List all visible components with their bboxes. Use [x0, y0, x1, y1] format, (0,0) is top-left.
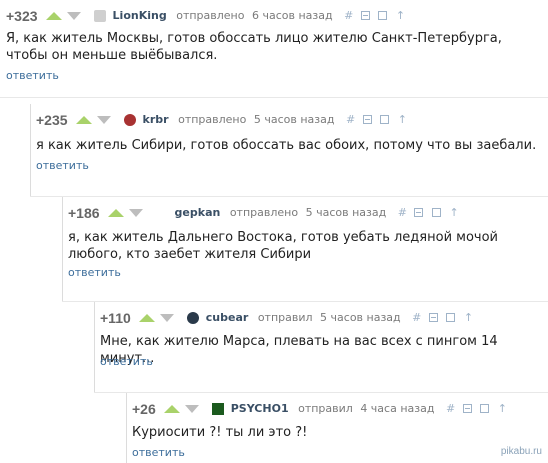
reply-link[interactable]: ответить [68, 266, 121, 280]
comment-header: +110 cubear отправил 5 часов назад # ↑ [100, 310, 473, 326]
krbr-avatar-icon[interactable] [124, 114, 137, 126]
comment: +110 cubear отправил 5 часов назад # ↑ М… [94, 302, 548, 392]
comment-time[interactable]: 5 часов назад [254, 112, 335, 128]
link-icon[interactable]: # [344, 8, 353, 24]
collapse-icon[interactable] [360, 11, 370, 20]
comment-author[interactable]: krbr [143, 112, 169, 128]
upvote-icon[interactable] [76, 116, 93, 124]
thread-line [94, 302, 95, 392]
comment-rating: +235 [36, 112, 68, 128]
comment-header: +26 PSYCHO1 отправил 4 часа назад # ↑ [132, 401, 507, 417]
parent-arrow-icon[interactable]: ↑ [396, 8, 405, 24]
psycho1-avatar-icon[interactable] [212, 403, 225, 415]
comment-rating: +323 [6, 8, 38, 24]
save-icon[interactable] [446, 313, 456, 322]
comment-header: +323 LionKing отправлено 6 часов назад #… [6, 8, 405, 24]
comment: +323 LionKing отправлено 6 часов назад #… [0, 0, 548, 93]
reply-link[interactable]: ответить [6, 69, 59, 83]
comment: +186 gepkan отправлено 5 часов назад # ↑… [62, 197, 548, 301]
parent-arrow-icon[interactable]: ↑ [498, 401, 507, 417]
comment-rating: +26 [132, 401, 156, 417]
site-watermark: pikabu.ru [500, 446, 542, 457]
upvote-icon[interactable] [164, 405, 181, 413]
downvote-icon[interactable] [184, 405, 199, 413]
collapse-icon[interactable] [428, 313, 438, 322]
collapse-icon[interactable] [362, 115, 372, 124]
link-icon[interactable]: # [412, 310, 421, 326]
reply-link[interactable]: ответить [132, 446, 185, 460]
comment: +26 PSYCHO1 отправил 4 часа назад # ↑ Ку… [126, 393, 548, 463]
comment-rating: +110 [100, 310, 131, 326]
collapse-icon[interactable] [414, 208, 424, 217]
save-icon[interactable] [380, 115, 390, 124]
downvote-icon[interactable] [128, 209, 143, 217]
link-icon[interactable]: # [446, 401, 455, 417]
save-icon[interactable] [480, 404, 490, 413]
comment-author[interactable]: gepkan [175, 205, 221, 221]
cubear-avatar-icon[interactable] [187, 312, 200, 324]
comment-time[interactable]: 4 часа назад [360, 401, 434, 417]
upvote-icon[interactable] [46, 12, 63, 20]
save-icon[interactable] [431, 208, 441, 217]
comment-author[interactable]: cubear [206, 310, 249, 326]
comment-text: я как житель Сибири, готов обоссать вас … [36, 138, 537, 153]
comment-text: Я, как житель Москвы, готов обоссать лиц… [6, 31, 502, 63]
comment-time[interactable]: 5 часов назад [306, 205, 387, 221]
reply-link[interactable]: ответить [36, 159, 89, 173]
upvote-icon[interactable] [108, 209, 125, 217]
gepkan-avatar-icon[interactable] [156, 207, 169, 219]
divider [0, 97, 548, 98]
comment-tools: # ↑ [446, 401, 507, 417]
thread-line [126, 393, 127, 463]
comment-rating: +186 [68, 205, 100, 221]
comment-tools: # ↑ [398, 205, 459, 221]
comment-text: Мне, как жителю Марса, плевать на вас вс… [100, 334, 498, 366]
comment-author[interactable]: LionKing [113, 8, 167, 24]
comment-action: отправлено [229, 206, 299, 219]
parent-arrow-icon[interactable]: ↑ [449, 205, 458, 221]
comment-action: отправил [298, 402, 353, 415]
link-icon[interactable]: # [398, 205, 407, 221]
link-icon[interactable]: # [346, 112, 355, 128]
lion-avatar-icon[interactable] [94, 10, 107, 22]
collapse-icon[interactable] [462, 404, 472, 413]
thread-line [62, 197, 63, 301]
downvote-icon[interactable] [66, 12, 81, 20]
downvote-icon[interactable] [96, 116, 111, 124]
comment-header: +235 krbr отправлено 5 часов назад # ↑ [36, 112, 407, 128]
thread-line [30, 104, 31, 196]
comment-text: Куриосити ?! ты ли это ?! [132, 425, 308, 440]
parent-arrow-icon[interactable]: ↑ [464, 310, 473, 326]
comment-author[interactable]: PSYCHO1 [231, 401, 289, 417]
comment: +235 krbr отправлено 5 часов назад # ↑ я… [30, 104, 548, 196]
upvote-icon[interactable] [139, 314, 156, 322]
comment-action: отправил [257, 311, 313, 324]
reply-link[interactable]: ответить [100, 355, 153, 369]
comment-tools: # ↑ [344, 8, 405, 24]
comment-time[interactable]: 5 часов назад [320, 310, 401, 326]
parent-arrow-icon[interactable]: ↑ [398, 112, 407, 128]
comment-action: отправлено [178, 113, 247, 126]
comment-time[interactable]: 6 часов назад [252, 8, 333, 24]
comment-tools: # ↑ [346, 112, 407, 128]
comment-tools: # ↑ [412, 310, 473, 326]
save-icon[interactable] [378, 11, 388, 20]
comment-text: я, как житель Дальнего Востока, готов уе… [68, 230, 498, 262]
comment-action: отправлено [176, 9, 245, 22]
comment-header: +186 gepkan отправлено 5 часов назад # ↑ [68, 205, 459, 221]
downvote-icon[interactable] [159, 314, 174, 322]
